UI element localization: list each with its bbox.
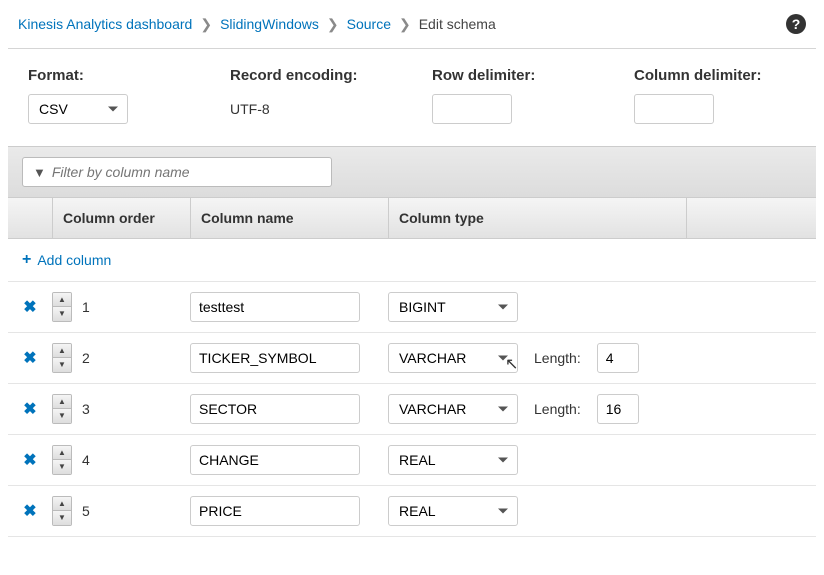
step-up-icon[interactable]: ▲ — [53, 293, 71, 307]
column-name-input[interactable] — [190, 496, 360, 526]
step-up-icon[interactable]: ▲ — [53, 446, 71, 460]
table-row: ✖ ▲ ▼ 4 REAL — [8, 435, 816, 486]
length-label: Length: — [534, 401, 581, 417]
step-down-icon[interactable]: ▼ — [53, 460, 71, 474]
order-value: 3 — [82, 401, 90, 417]
breadcrumb-link[interactable]: Source — [347, 16, 391, 32]
header-column-order: Column order — [52, 198, 190, 238]
remove-row-button[interactable]: ✖ — [8, 348, 52, 368]
column-name-input[interactable] — [190, 445, 360, 475]
chevron-right-icon: ❯ — [200, 16, 212, 33]
schema-settings-row: Format: CSV Record encoding: UTF-8 Row d… — [8, 49, 816, 146]
header-column-name: Column name — [190, 198, 388, 238]
remove-row-button[interactable]: ✖ — [8, 297, 52, 317]
order-value: 1 — [82, 299, 90, 315]
step-up-icon[interactable]: ▲ — [53, 395, 71, 409]
step-down-icon[interactable]: ▼ — [53, 511, 71, 525]
header-column-type: Column type — [388, 198, 686, 238]
order-stepper[interactable]: ▲ ▼ — [52, 445, 72, 475]
column-type-select[interactable]: REAL — [388, 496, 518, 526]
column-type-select[interactable]: REAL — [388, 445, 518, 475]
filter-icon: ▼ — [33, 165, 46, 180]
column-delimiter-input[interactable] — [634, 94, 714, 124]
column-type-select[interactable]: VARCHAR — [388, 343, 518, 373]
column-name-input[interactable] — [190, 343, 360, 373]
step-up-icon[interactable]: ▲ — [53, 344, 71, 358]
order-stepper[interactable]: ▲ ▼ — [52, 343, 72, 373]
table-row: ✖ ▲ ▼ 3 VARCHAR Length: — [8, 384, 816, 435]
remove-row-button[interactable]: ✖ — [8, 501, 52, 521]
order-stepper[interactable]: ▲ ▼ — [52, 292, 72, 322]
chevron-right-icon: ❯ — [327, 16, 339, 33]
column-type-select[interactable]: BIGINT — [388, 292, 518, 322]
breadcrumb-current: Edit schema — [419, 16, 496, 32]
breadcrumb-link[interactable]: SlidingWindows — [220, 16, 319, 32]
order-value: 5 — [82, 503, 90, 519]
add-column-label: Add column — [37, 252, 111, 268]
table-header: Column order Column name Column type — [8, 198, 816, 239]
format-label: Format: — [28, 67, 190, 84]
remove-row-button[interactable]: ✖ — [8, 450, 52, 470]
encoding-label: Record encoding: — [230, 67, 392, 84]
table-row: ✖ ▲ ▼ 1 BIGINT — [8, 282, 816, 333]
filter-input[interactable] — [52, 164, 321, 180]
column-name-input[interactable] — [190, 394, 360, 424]
table-row: ✖ ▲ ▼ 2 VARCHAR Length: — [8, 333, 816, 384]
column-delimiter-label: Column delimiter: — [634, 67, 796, 84]
help-icon[interactable]: ? — [786, 14, 806, 34]
step-up-icon[interactable]: ▲ — [53, 497, 71, 511]
table-row: ✖ ▲ ▼ 5 REAL — [8, 486, 816, 537]
filter-bar: ▼ — [8, 146, 816, 198]
chevron-right-icon: ❯ — [399, 16, 411, 33]
step-down-icon[interactable]: ▼ — [53, 307, 71, 321]
order-stepper[interactable]: ▲ ▼ — [52, 394, 72, 424]
order-value: 4 — [82, 452, 90, 468]
order-stepper[interactable]: ▲ ▼ — [52, 496, 72, 526]
add-column-button[interactable]: + Add column — [22, 251, 111, 269]
column-type-select[interactable]: VARCHAR — [388, 394, 518, 424]
breadcrumb: Kinesis Analytics dashboard ❯ SlidingWin… — [8, 8, 816, 49]
length-input[interactable] — [597, 343, 639, 373]
row-delimiter-input[interactable] — [432, 94, 512, 124]
remove-row-button[interactable]: ✖ — [8, 399, 52, 419]
format-select[interactable]: CSV — [28, 94, 128, 124]
column-name-input[interactable] — [190, 292, 360, 322]
encoding-value: UTF-8 — [230, 94, 392, 117]
step-down-icon[interactable]: ▼ — [53, 409, 71, 423]
breadcrumb-link[interactable]: Kinesis Analytics dashboard — [18, 16, 192, 32]
row-delimiter-label: Row delimiter: — [432, 67, 594, 84]
length-label: Length: — [534, 350, 581, 366]
length-input[interactable] — [597, 394, 639, 424]
step-down-icon[interactable]: ▼ — [53, 358, 71, 372]
order-value: 2 — [82, 350, 90, 366]
plus-icon: + — [22, 251, 31, 269]
